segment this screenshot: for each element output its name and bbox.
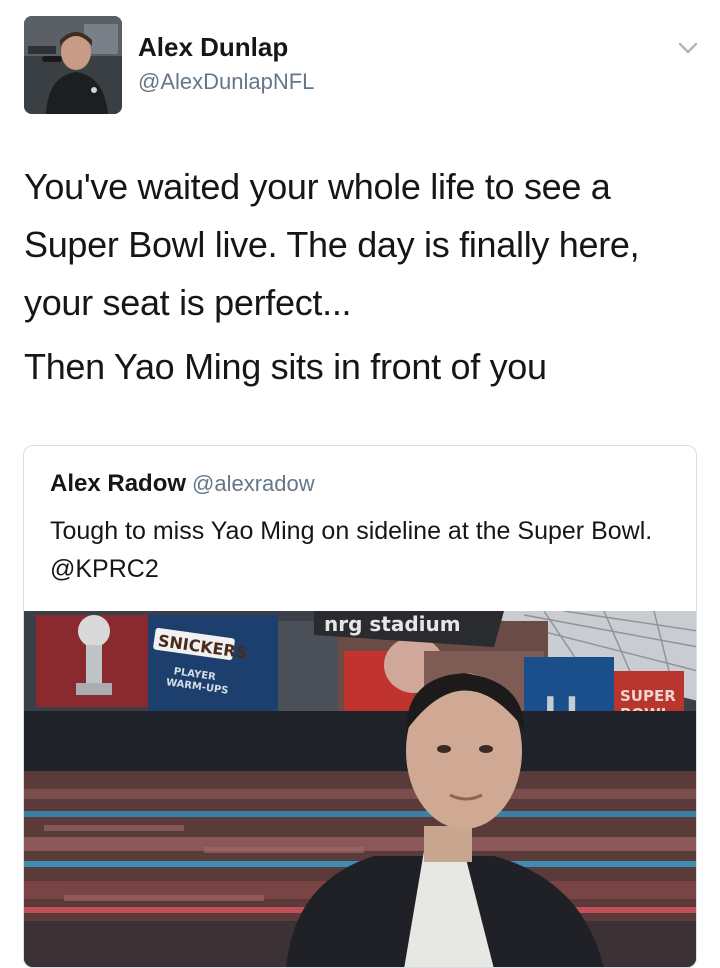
avatar-photo: [24, 16, 122, 114]
quoted-author-name[interactable]: Alex Radow: [50, 470, 186, 497]
chevron-down-icon[interactable]: [676, 36, 700, 60]
stadium-photo: SNICKERS PLAYER WARM-UPS nrg stadium LI …: [24, 611, 696, 967]
author-name[interactable]: Alex Dunlap: [138, 32, 288, 63]
tweet: Alex Dunlap @AlexDunlapNFL You've waited…: [0, 0, 720, 968]
tweet-text-paragraph: You've waited your whole life to see a S…: [24, 166, 640, 323]
quoted-tweet-text: Tough to miss Yao Ming on sideline at th…: [50, 517, 653, 583]
logo-text-1: SUPER: [620, 687, 676, 705]
quoted-tweet-header: Alex Radow @alexradow: [50, 470, 315, 498]
author-avatar[interactable]: [24, 16, 122, 114]
author-handle[interactable]: @AlexDunlapNFL: [138, 69, 314, 95]
stadium-sign-text: nrg stadium: [324, 612, 461, 636]
quoted-author-handle[interactable]: @alexradow: [192, 471, 315, 496]
tweet-text-paragraph: Then Yao Ming sits in front of you: [24, 346, 547, 387]
quoted-tweet-card[interactable]: Alex Radow @alexradow Tough to miss Yao M…: [23, 445, 697, 968]
quoted-tweet-photo[interactable]: SNICKERS PLAYER WARM-UPS nrg stadium LI …: [24, 611, 696, 967]
tweet-text: You've waited your whole life to see a S…: [24, 158, 704, 396]
